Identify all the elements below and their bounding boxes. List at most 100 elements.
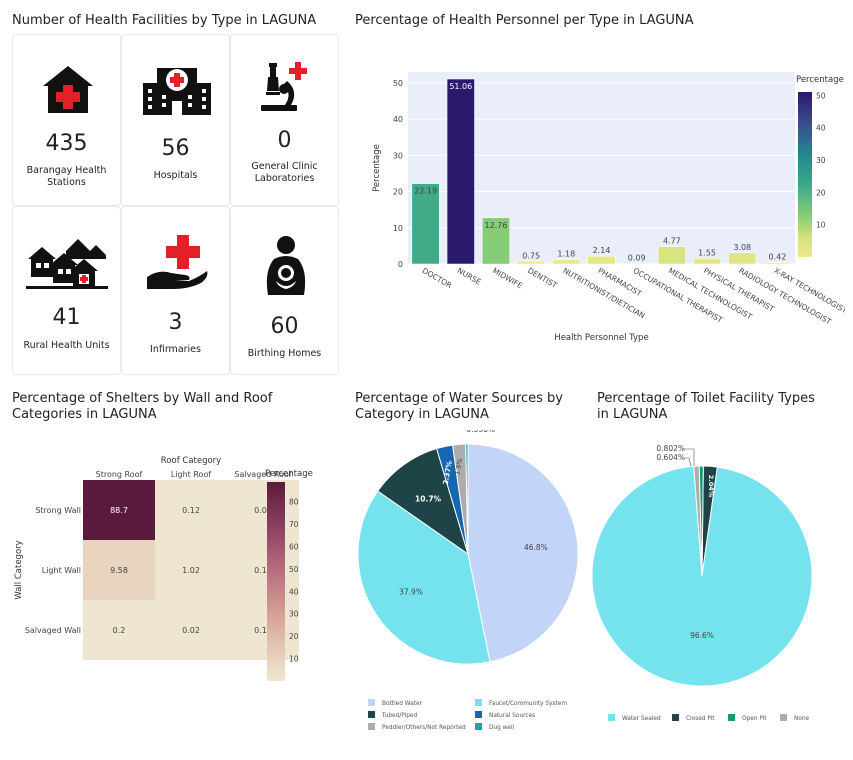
legend-label: Dug well	[489, 725, 515, 731]
heatmap-cell-label: 88.7	[110, 506, 128, 515]
legend-swatch	[475, 699, 482, 706]
label-leader-line	[685, 457, 692, 467]
bar	[446, 78, 475, 265]
bar-value-label: 1.55	[698, 248, 716, 257]
shelter-chart-title: Percentage of Shelters by Wall and Roof …	[12, 391, 273, 422]
bar-value-label: 4.77	[663, 237, 681, 246]
bar-value-label: 12.76	[485, 221, 508, 230]
pie-slice	[467, 443, 579, 663]
pie-slice-label: 37.9%	[399, 587, 423, 596]
bar	[763, 262, 792, 265]
x-tick-label: NURSE	[456, 266, 483, 287]
x-axis-title: Roof Category	[161, 456, 221, 466]
y-tick-label: 40	[393, 115, 403, 124]
bar-value-label: 0.09	[628, 254, 646, 263]
colorbar-tick: 80	[289, 498, 299, 507]
bar	[587, 255, 616, 265]
water-chart-title: Percentage of Water Sources by Category …	[355, 391, 563, 422]
y-tick-label: Light Wall	[42, 566, 81, 575]
facility-card-barangay: 435 Barangay Health Stations	[12, 34, 121, 206]
facility-value: 56	[161, 136, 190, 161]
colorbar-tick: 10	[816, 221, 826, 230]
colorbar-tick: 30	[289, 610, 299, 619]
legend-label: None	[794, 716, 810, 722]
y-tick-label: 10	[393, 224, 403, 233]
y-tick-label: 20	[393, 188, 403, 197]
legend-swatch	[368, 711, 375, 718]
colorbar-title: Percentage	[796, 75, 844, 85]
mother-child-icon	[266, 236, 306, 295]
pie-slice-label: 46.8%	[524, 543, 548, 552]
heatmap-cell-label: 0.02	[182, 626, 200, 635]
facility-card-birthing: 60 Birthing Homes	[230, 206, 339, 375]
facility-value: 0	[277, 128, 292, 153]
bar	[411, 183, 440, 265]
x-tick-label: MIDWIFE	[491, 266, 524, 290]
pie-slice-label: 0.336%	[466, 430, 495, 434]
legend-label: Closed Pit	[686, 716, 715, 722]
bar	[693, 258, 722, 265]
legend-label: Faucet/Community System	[489, 701, 567, 707]
bar-value-label: 1.18	[557, 250, 575, 259]
facility-card-infirmaries: 3 Infirmaries	[121, 206, 230, 375]
heatmap-cell-label: 0.2	[113, 626, 126, 635]
microscope-icon	[261, 62, 307, 111]
facility-label: Birthing Homes	[247, 348, 322, 359]
heatmap-cell-label: 9.58	[110, 566, 128, 575]
legend-label: Open Pit	[742, 716, 767, 722]
bar	[517, 261, 546, 265]
bar-value-label: 0.75	[522, 251, 540, 260]
toilet-chart-title: Percentage of Toilet Facility Types in L…	[597, 391, 815, 422]
legend-swatch	[475, 723, 482, 730]
colorbar-tick: 40	[816, 124, 826, 133]
facilities-title: Number of Health Facilities by Type in L…	[12, 13, 317, 28]
label-leader-line	[685, 448, 695, 466]
water-pie-chart: 46.8%37.9%10.7%2.37%1.9%0.336%Bottled Wa…	[357, 430, 579, 731]
heatmap-cell-label: 0.12	[182, 506, 200, 515]
bar-value-label: 3.08	[733, 243, 751, 252]
y-tick-label: 0	[398, 260, 403, 269]
x-tick-label: Strong Roof	[96, 470, 143, 479]
legend-label: Water Sealed	[622, 716, 661, 722]
bar	[622, 263, 651, 265]
legend-label: Tubed/Piped	[381, 713, 417, 719]
heatmap-cell-label: 1.02	[182, 566, 200, 575]
colorbar-tick: 20	[816, 188, 826, 197]
shelter-heatmap: Roof Category Strong Roof Light Roof Salvag…	[14, 456, 313, 681]
facility-value: 60	[270, 314, 299, 339]
colorbar-tick: 50	[816, 91, 826, 100]
colorbar	[267, 482, 285, 681]
colorbar-title: Percentage	[265, 469, 313, 479]
y-tick-label: Strong Wall	[35, 506, 81, 515]
bar-value-label: 22.19	[414, 187, 437, 196]
colorbar-tick: 30	[816, 156, 826, 165]
facility-label: Rural Health Units	[23, 340, 110, 351]
colorbar-tick: 60	[289, 542, 299, 551]
legend-swatch	[780, 714, 787, 721]
legend-swatch	[672, 714, 679, 721]
colorbar-tick: 70	[289, 520, 299, 529]
legend-swatch	[475, 711, 482, 718]
pie-slice-label: 0.604%	[656, 453, 685, 462]
personnel-bar-chart: 0 10 20 30 40 50 22.19 DOCTOR 51.06 NURSE 12.76 MID…	[372, 72, 845, 343]
y-axis-title: Wall Category	[14, 540, 24, 599]
x-tick-label: DOCTOR	[421, 266, 454, 290]
pie-slice-label: 10.7%	[415, 495, 442, 504]
facility-value: 435	[45, 131, 88, 156]
legend-label: Natural Sources	[489, 713, 535, 719]
house-medical-icon	[43, 66, 93, 113]
x-axis-title: Health Personnel Type	[554, 333, 648, 343]
x-tick-label: Light Roof	[171, 470, 211, 479]
legend-label: Bottled Water	[382, 701, 423, 707]
facility-label: Barangay Health Stations	[26, 165, 107, 188]
facility-label: General Clinic Laboratories	[251, 161, 318, 184]
legend-swatch	[608, 714, 615, 721]
colorbar-tick: 40	[289, 587, 299, 596]
y-tick-label: 30	[393, 151, 403, 160]
hospital-icon	[143, 68, 211, 115]
colorbar-tick: 20	[289, 632, 299, 641]
y-axis-title: Percentage	[372, 144, 382, 192]
facilities-card-grid: 435 Barangay Health Stations 56 Hospitals	[12, 34, 339, 375]
facility-label: Hospitals	[153, 170, 198, 181]
bar	[552, 259, 581, 265]
